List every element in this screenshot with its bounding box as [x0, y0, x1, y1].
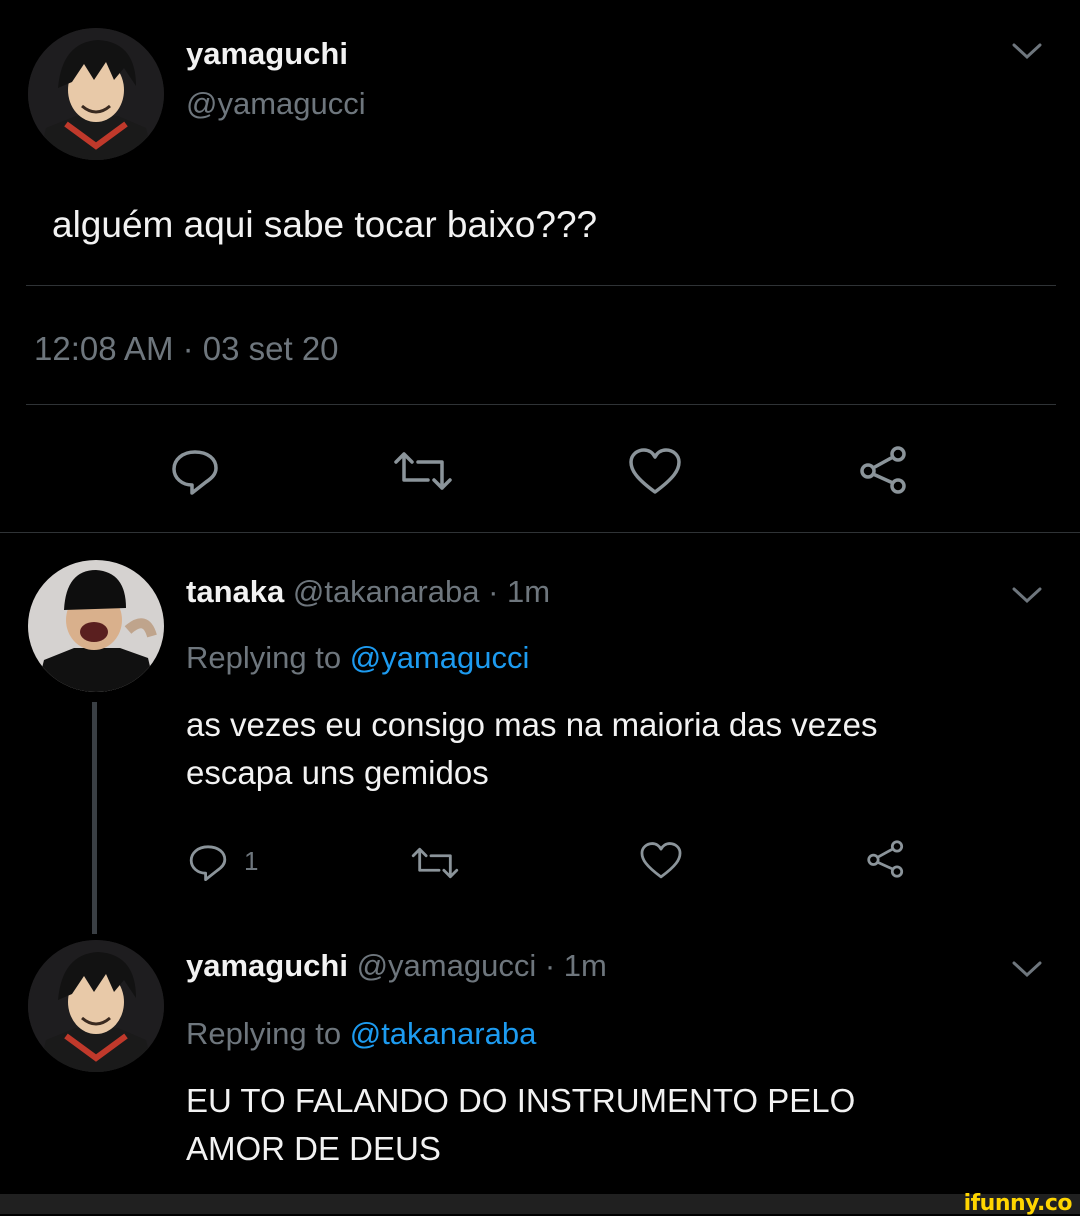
reply-text-line: as vezes eu consigo mas na maioria das v… [186, 706, 878, 743]
replying-to: Replying to @takanaraba [186, 1016, 536, 1052]
reply-icon[interactable] [186, 842, 230, 882]
reply-options-chevron-icon[interactable] [1010, 958, 1044, 980]
retweet-icon[interactable] [410, 844, 460, 882]
reply-author-handle[interactable]: @yamagucci [357, 948, 537, 983]
reply-author-name[interactable]: yamaguchi [186, 948, 348, 983]
divider [26, 285, 1056, 286]
reply-header: yamaguchi @yamagucci · 1m [186, 948, 607, 984]
reply-author-handle[interactable]: @takanaraba [293, 574, 480, 609]
reply-author-name[interactable]: tanaka [186, 574, 284, 609]
main-tweet-text: alguém aqui sabe tocar baixo??? [52, 204, 598, 245]
retweet-icon[interactable] [392, 448, 454, 494]
reply-author-avatar[interactable] [28, 560, 164, 692]
like-icon[interactable] [638, 840, 684, 882]
reply-author-avatar[interactable] [28, 940, 164, 1072]
reply-header: tanaka @takanaraba · 1m [186, 574, 550, 610]
divider [0, 532, 1080, 533]
reply-text-line: escapa uns gemidos [186, 754, 489, 791]
main-author-name[interactable]: yamaguchi [186, 36, 348, 72]
tweet-options-chevron-icon[interactable] [1010, 40, 1044, 62]
main-author-handle[interactable]: @yamagucci [186, 86, 366, 122]
replying-to-prefix: Replying to [186, 640, 342, 675]
replying-to-prefix: Replying to [186, 1016, 342, 1051]
divider [26, 404, 1056, 405]
reply-time: · 1m [544, 948, 607, 983]
replying-to-handle[interactable]: @yamagucci [350, 640, 530, 675]
reply-text-line: EU TO FALANDO DO INSTRUMENTO PELO [186, 1082, 856, 1119]
reply-options-chevron-icon[interactable] [1010, 584, 1044, 606]
ifunny-watermark: ifunny.co [963, 1191, 1073, 1216]
thread-line [92, 702, 97, 934]
replying-to-handle[interactable]: @takanaraba [350, 1016, 537, 1051]
replying-to: Replying to @yamagucci [186, 640, 529, 676]
share-icon[interactable] [856, 444, 912, 496]
reply-time: · 1m [488, 574, 551, 609]
tweet-timestamp: 12:08 AM · 03 set 20 [34, 330, 339, 367]
footer-bar [0, 1194, 1080, 1214]
like-icon[interactable] [626, 446, 684, 498]
main-author-avatar[interactable] [28, 28, 164, 160]
reply-icon[interactable] [168, 446, 222, 496]
reply-text-line: AMOR DE DEUS [186, 1130, 441, 1167]
share-icon[interactable] [864, 838, 908, 880]
reply-count: 1 [244, 846, 259, 876]
